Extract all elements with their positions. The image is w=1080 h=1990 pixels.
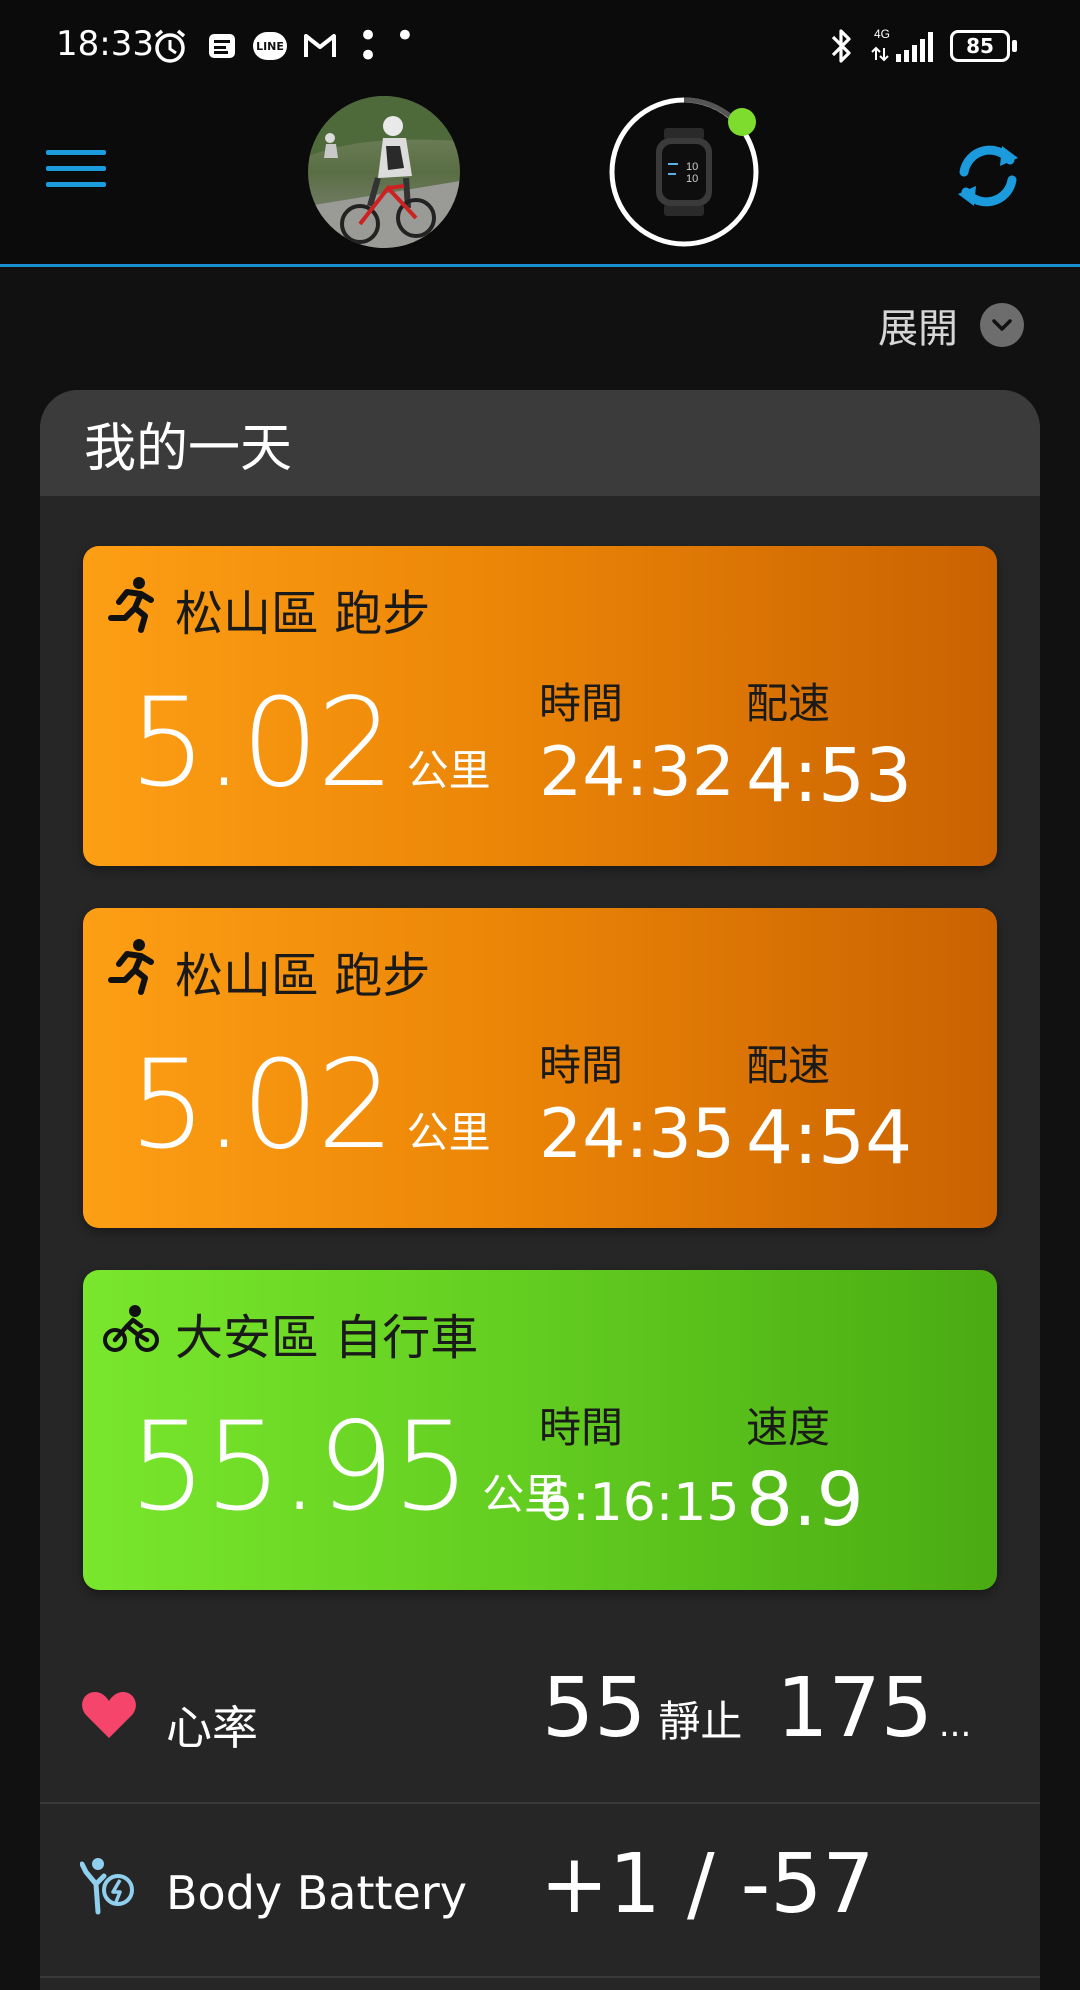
time-stat: 時間 6:16:15 [539, 1394, 739, 1529]
svg-text:10: 10 [686, 173, 698, 185]
pace-label: 配速 [746, 1041, 831, 1090]
profile-avatar[interactable] [308, 96, 460, 248]
distance-unit: 公里 [406, 746, 491, 795]
sync-icon[interactable] [948, 136, 1028, 216]
activity-distance: 55.95 公里 [129, 1406, 566, 1528]
speed-label: 速度 [746, 1403, 831, 1452]
distance-value: 5.02 [129, 1034, 395, 1176]
body-battery-icon [79, 1856, 136, 1918]
network-type: 4G [874, 27, 890, 41]
activity-title: 松山區 跑步 [175, 586, 431, 642]
time-value: 6:16:15 [539, 1473, 740, 1533]
running-icon [105, 938, 157, 996]
signal-icon: 4G [870, 26, 940, 66]
device-connected-indicator [728, 108, 756, 136]
distance-unit: 公里 [406, 1108, 491, 1157]
line-badge: LINE [253, 32, 287, 60]
speed-stat: 速度 8.9 [746, 1394, 864, 1537]
activity-title: 大安區 自行車 [175, 1310, 479, 1366]
time-label: 時間 [539, 1041, 624, 1090]
activity-distance: 5.02 公里 [129, 682, 491, 804]
expand-toggle[interactable]: 展開 [878, 296, 1024, 354]
expand-label: 展開 [878, 306, 958, 352]
pace-value: 4:54 [746, 1095, 913, 1181]
bluetooth-icon [826, 26, 856, 66]
battery-indicator: 85 [950, 30, 1010, 62]
cycling-icon [103, 1304, 159, 1354]
body-battery-label: Body Battery [166, 1866, 467, 1920]
truncation-ellipsis: ... [938, 1705, 972, 1745]
status-time: 18:33 [56, 24, 154, 64]
chevron-down-icon [980, 303, 1024, 347]
time-value: 24:32 [539, 733, 735, 812]
battery-tip [1012, 40, 1017, 52]
activity-card-run-1[interactable]: 松山區 跑步 5.02 公里 時間 24:32 配速 4:53 [83, 546, 997, 866]
gmail-icon [300, 26, 340, 66]
pace-stat: 配速 4:54 [746, 1032, 912, 1175]
body-battery-values: +1 / -57 [540, 1844, 875, 1926]
alarm-icon [148, 26, 192, 66]
notification-icon [202, 26, 242, 66]
speed-value: 8.9 [746, 1457, 864, 1543]
line-app-icon: LINE [250, 26, 290, 66]
my-day-title: 我的一天 [84, 418, 293, 479]
more-notifications-icon: • • • [358, 16, 418, 76]
my-day-card: 我的一天 松山區 跑步 5.02 公里 時間 24:32 配速 4:53 松山區… [40, 390, 1040, 1990]
time-stat: 時間 24:32 [539, 670, 735, 807]
heart-icon [80, 1688, 138, 1746]
activity-distance: 5.02 公里 [129, 1044, 491, 1166]
activity-card-bike[interactable]: 大安區 自行車 55.95 公里 時間 6:16:15 速度 8.9 [83, 1270, 997, 1590]
time-label: 時間 [539, 1403, 624, 1452]
heart-rate-values: 55 靜止 175 ... [542, 1668, 971, 1750]
resting-hr-label: 靜止 [658, 1697, 743, 1746]
heart-rate-row[interactable]: 心率 55 靜止 175 ... [40, 1630, 1040, 1804]
activity-card-run-2[interactable]: 松山區 跑步 5.02 公里 時間 24:35 配速 4:54 [83, 908, 997, 1228]
body-battery-value: +1 / -57 [540, 1837, 875, 1932]
resting-hr-value: 55 [542, 1661, 647, 1756]
device-status-button[interactable]: 10 10 [606, 94, 762, 250]
svg-text:10: 10 [686, 161, 698, 173]
pace-label: 配速 [746, 679, 831, 728]
activity-title: 松山區 跑步 [175, 948, 431, 1004]
my-day-header: 我的一天 [40, 390, 1040, 496]
battery-level: 85 [966, 34, 994, 58]
body-battery-row[interactable]: Body Battery +1 / -57 [40, 1804, 1040, 1978]
status-bar: 18:33 LINE • • • 4G 85 [0, 0, 1080, 92]
time-stat: 時間 24:35 [539, 1032, 735, 1169]
time-label: 時間 [539, 679, 624, 728]
time-value: 24:35 [539, 1095, 735, 1174]
heart-rate-label: 心率 [166, 1701, 258, 1755]
pace-value: 4:53 [746, 733, 913, 819]
running-icon [105, 576, 157, 634]
max-hr-value: 175 [776, 1661, 933, 1756]
pace-stat: 配速 4:53 [746, 670, 912, 813]
app-header: 10 10 [0, 92, 1080, 267]
distance-value: 55.95 [129, 1396, 470, 1538]
distance-value: 5.02 [129, 672, 395, 814]
hamburger-menu-icon[interactable] [46, 150, 106, 198]
